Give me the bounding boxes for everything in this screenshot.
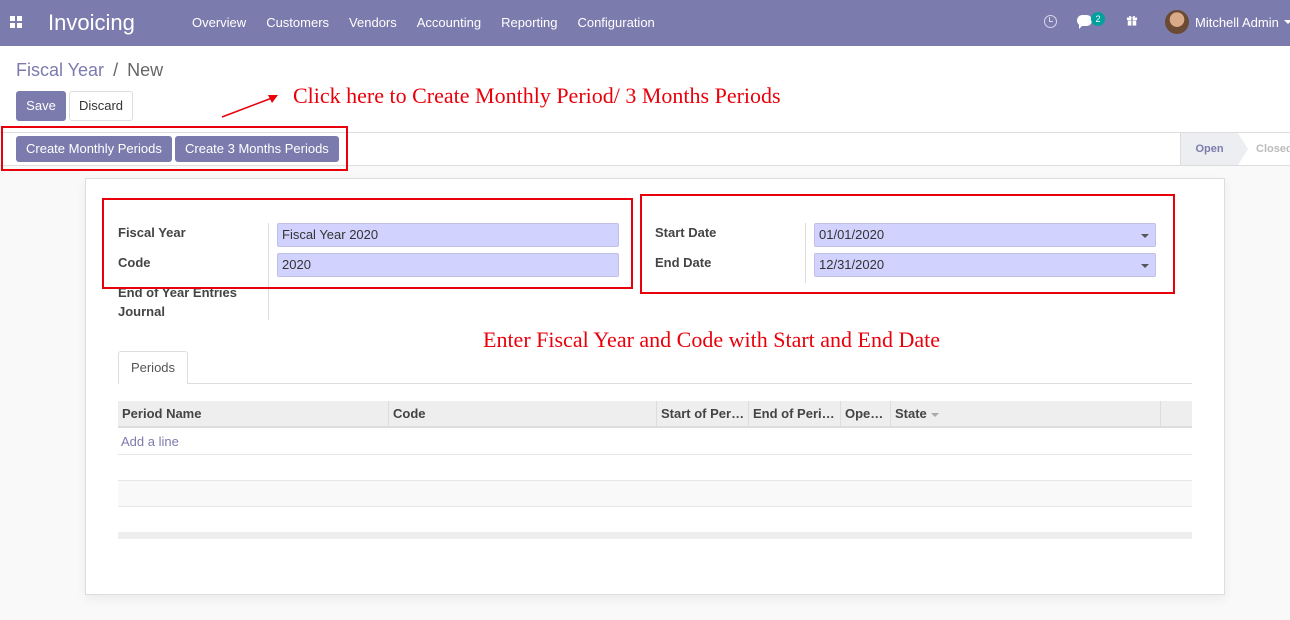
periods-table-header: Period Name Code Start of Per… End of Pe… (118, 401, 1192, 428)
column-code[interactable]: Code (389, 401, 657, 426)
column-state[interactable]: State (891, 401, 1161, 426)
menu-overview[interactable]: Overview (192, 15, 246, 30)
annotation-enter-fields: Enter Fiscal Year and Code with Start an… (483, 327, 941, 352)
menu-accounting[interactable]: Accounting (417, 15, 481, 30)
tab-periods[interactable]: Periods (118, 351, 188, 384)
breadcrumb-parent[interactable]: Fiscal Year (16, 60, 104, 80)
column-end-of-period[interactable]: End of Peri… (749, 401, 841, 426)
breadcrumb-current: New (127, 60, 164, 80)
table-row (118, 429, 1192, 455)
column-period-name[interactable]: Period Name (118, 401, 389, 426)
stage-closed[interactable]: Closed (1256, 133, 1290, 165)
user-avatar[interactable] (1165, 10, 1189, 34)
gift-icon[interactable] (1126, 15, 1138, 26)
chat-count-badge: 2 (1091, 12, 1105, 26)
sort-caret-icon (930, 412, 939, 417)
highlight-date-fields (640, 194, 1175, 294)
column-open[interactable]: Ope… (841, 401, 891, 426)
annotation-create-periods: Click here to Create Monthly Period/ 3 M… (293, 83, 781, 108)
highlight-fiscal-fields (102, 198, 633, 289)
table-footer (118, 532, 1192, 539)
chat-icon[interactable] (1077, 15, 1092, 29)
apps-menu-icon[interactable] (10, 16, 23, 29)
main-menu: Overview Customers Vendors Accounting Re… (192, 15, 675, 30)
menu-vendors[interactable]: Vendors (349, 15, 397, 30)
app-title[interactable]: Invoicing (48, 10, 135, 36)
annotation-arrow (221, 95, 278, 118)
menu-configuration[interactable]: Configuration (577, 15, 654, 30)
chevron-down-icon[interactable] (1284, 20, 1290, 24)
top-navbar: Invoicing Overview Customers Vendors Acc… (0, 0, 1290, 46)
table-row (118, 481, 1192, 507)
highlight-header-buttons (1, 126, 348, 171)
table-row (118, 507, 1192, 533)
save-button[interactable]: Save (16, 91, 66, 121)
end-year-journal-label-line2: Journal (118, 304, 165, 319)
column-start-of-period[interactable]: Start of Per… (657, 401, 749, 426)
menu-customers[interactable]: Customers (266, 15, 329, 30)
discard-button[interactable]: Discard (69, 91, 133, 121)
stage-arrow (1238, 133, 1248, 165)
breadcrumb-separator: / (113, 60, 119, 80)
add-a-line-link[interactable]: Add a line (121, 434, 179, 449)
clock-icon[interactable] (1044, 15, 1057, 28)
tab-underline (118, 383, 1192, 384)
table-row (118, 455, 1192, 481)
stage-open[interactable]: Open (1180, 133, 1238, 165)
menu-reporting[interactable]: Reporting (501, 15, 557, 30)
column-state-label: State (895, 406, 927, 421)
user-name[interactable]: Mitchell Admin (1195, 15, 1279, 30)
breadcrumb: Fiscal Year / New (16, 60, 163, 81)
